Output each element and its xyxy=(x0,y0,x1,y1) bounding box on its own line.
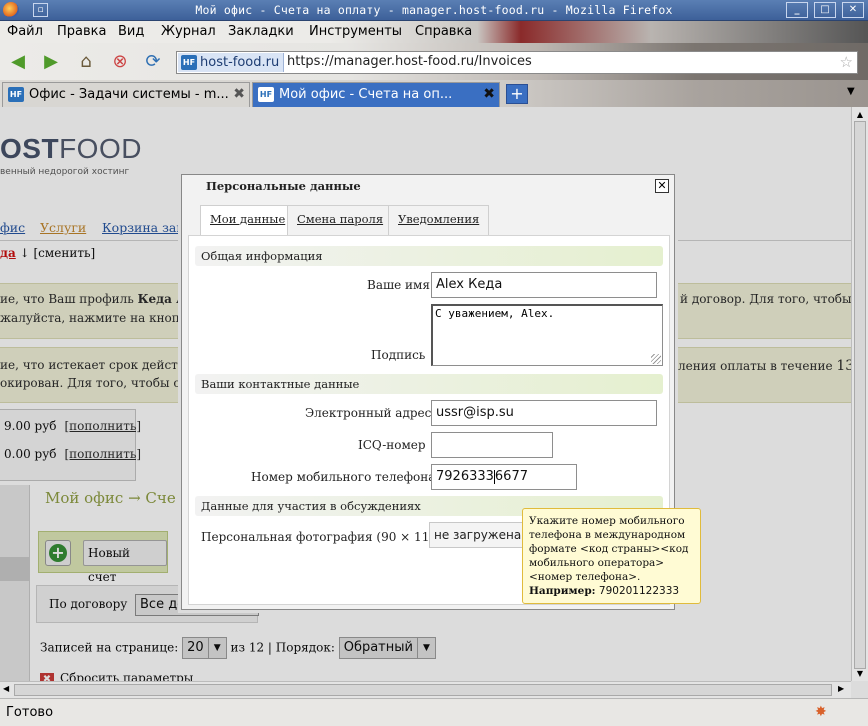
photo-label: Персональная фотография (90 × 110) xyxy=(201,530,442,544)
phone-input[interactable]: 79263336677 xyxy=(431,464,577,490)
icq-input[interactable] xyxy=(431,432,553,458)
horizontal-scroll-thumb[interactable] xyxy=(14,684,832,696)
menu-help[interactable]: Справка xyxy=(415,24,472,39)
phone-format-tooltip: Укажите номер мобильного телефона в межд… xyxy=(522,508,701,604)
horizontal-scrollbar[interactable]: ◀ ▶ xyxy=(0,681,851,698)
menu-tools[interactable]: Инструменты xyxy=(309,24,402,39)
url-text[interactable]: https://manager.host-food.ru/Invoices xyxy=(287,54,532,69)
reload-icon[interactable]: ⟳ xyxy=(142,51,164,73)
tab-strip: HF Офис - Задачи системы - m... ✖ HF Мой… xyxy=(0,80,868,107)
section-general-info: Общая информация xyxy=(195,246,663,266)
signature-label: Подпись xyxy=(371,348,426,362)
stop-icon[interactable]: ⊗ xyxy=(109,51,131,73)
section-contacts: Ваши контактные данные xyxy=(195,374,663,394)
tab-change-password[interactable]: Смена пароля xyxy=(287,205,394,235)
scroll-right-icon[interactable]: ▶ xyxy=(838,684,844,693)
menu-view[interactable]: Вид xyxy=(118,24,144,39)
tab-invoices[interactable]: HF Мой офис - Счета на оп... ✖ xyxy=(252,82,500,107)
close-tab-icon[interactable]: ✖ xyxy=(233,83,245,106)
tab-list-chevron-icon[interactable]: ▼ xyxy=(847,86,855,97)
close-window-button[interactable]: ✕ xyxy=(842,2,864,18)
window-titlebar: ▫ Мой офис - Счета на оплату - manager.h… xyxy=(0,0,868,21)
site-identity-label: host-food.ru xyxy=(200,55,280,70)
tab-my-data[interactable]: Мои данные xyxy=(200,205,296,235)
name-input[interactable]: Alex Кеда xyxy=(431,272,657,298)
email-label: Электронный адрес xyxy=(305,406,432,420)
site-identity-button[interactable]: HF host-food.ru xyxy=(178,53,285,72)
tooltip-example-label: Например: xyxy=(529,585,596,597)
scroll-up-icon[interactable]: ▲ xyxy=(852,109,868,121)
status-text: Готово xyxy=(6,705,54,720)
name-label: Ваше имя xyxy=(367,278,430,292)
close-tab-icon[interactable]: ✖ xyxy=(483,83,495,106)
site-favicon-icon: HF xyxy=(181,55,197,70)
signature-text: С уважением, Alex. xyxy=(435,307,555,320)
address-bar[interactable]: HF host-food.ru https://manager.host-foo… xyxy=(176,51,858,74)
tab-favicon-icon: HF xyxy=(258,87,274,102)
dialog-title: Персональные данные xyxy=(206,179,361,193)
vertical-scrollbar[interactable]: ▲ ▼ xyxy=(851,107,868,681)
home-icon[interactable]: ⌂ xyxy=(75,51,97,73)
menu-bookmarks[interactable]: Закладки xyxy=(228,24,294,39)
firebug-icon[interactable]: ✸ xyxy=(815,704,833,720)
window-title: Мой офис - Счета на оплату - manager.hos… xyxy=(195,3,673,17)
phone-label: Номер мобильного телефона xyxy=(251,470,436,484)
dialog-tabs: Мои данные Смена пароля Уведомления xyxy=(188,205,670,235)
new-tab-button[interactable]: + xyxy=(506,84,528,104)
tooltip-example-value: 790201122333 xyxy=(598,585,680,597)
back-arrow-icon[interactable]: ◀ xyxy=(7,51,29,73)
tooltip-text: Укажите номер мобильного телефона в межд… xyxy=(529,515,689,583)
menu-history[interactable]: Журнал xyxy=(161,24,216,39)
maximize-button[interactable]: □ xyxy=(814,2,836,18)
tab-favicon-icon: HF xyxy=(8,87,24,102)
menu-bar: Файл Правка Вид Журнал Закладки Инструме… xyxy=(0,21,868,43)
status-bar: Готово ✸ xyxy=(0,698,868,726)
tab-label: Офис - Задачи системы - m... xyxy=(29,87,229,102)
menu-edit[interactable]: Правка xyxy=(57,24,106,39)
minimize-button[interactable]: _ xyxy=(786,2,808,18)
scroll-down-icon[interactable]: ▼ xyxy=(852,668,868,680)
signature-textarea[interactable]: С уважением, Alex. xyxy=(431,304,663,366)
tab-system-tasks[interactable]: HF Офис - Задачи системы - m... ✖ xyxy=(2,82,250,107)
scroll-corner xyxy=(851,681,868,698)
dialog-close-icon[interactable]: ✕ xyxy=(655,179,669,193)
scroll-left-icon[interactable]: ◀ xyxy=(3,684,9,693)
email-input[interactable]: ussr@isp.su xyxy=(431,400,657,426)
vertical-scroll-thumb[interactable] xyxy=(854,121,866,669)
bookmark-star-icon[interactable]: ☆ xyxy=(840,53,853,71)
tab-label: Мой офис - Счета на оп... xyxy=(279,87,453,102)
resize-grip-icon[interactable] xyxy=(651,354,661,364)
forward-arrow-icon[interactable]: ▶ xyxy=(40,51,62,73)
menu-file[interactable]: Файл xyxy=(7,24,43,39)
tab-notifications[interactable]: Уведомления xyxy=(388,205,490,235)
icq-label: ICQ-номер xyxy=(358,438,426,452)
